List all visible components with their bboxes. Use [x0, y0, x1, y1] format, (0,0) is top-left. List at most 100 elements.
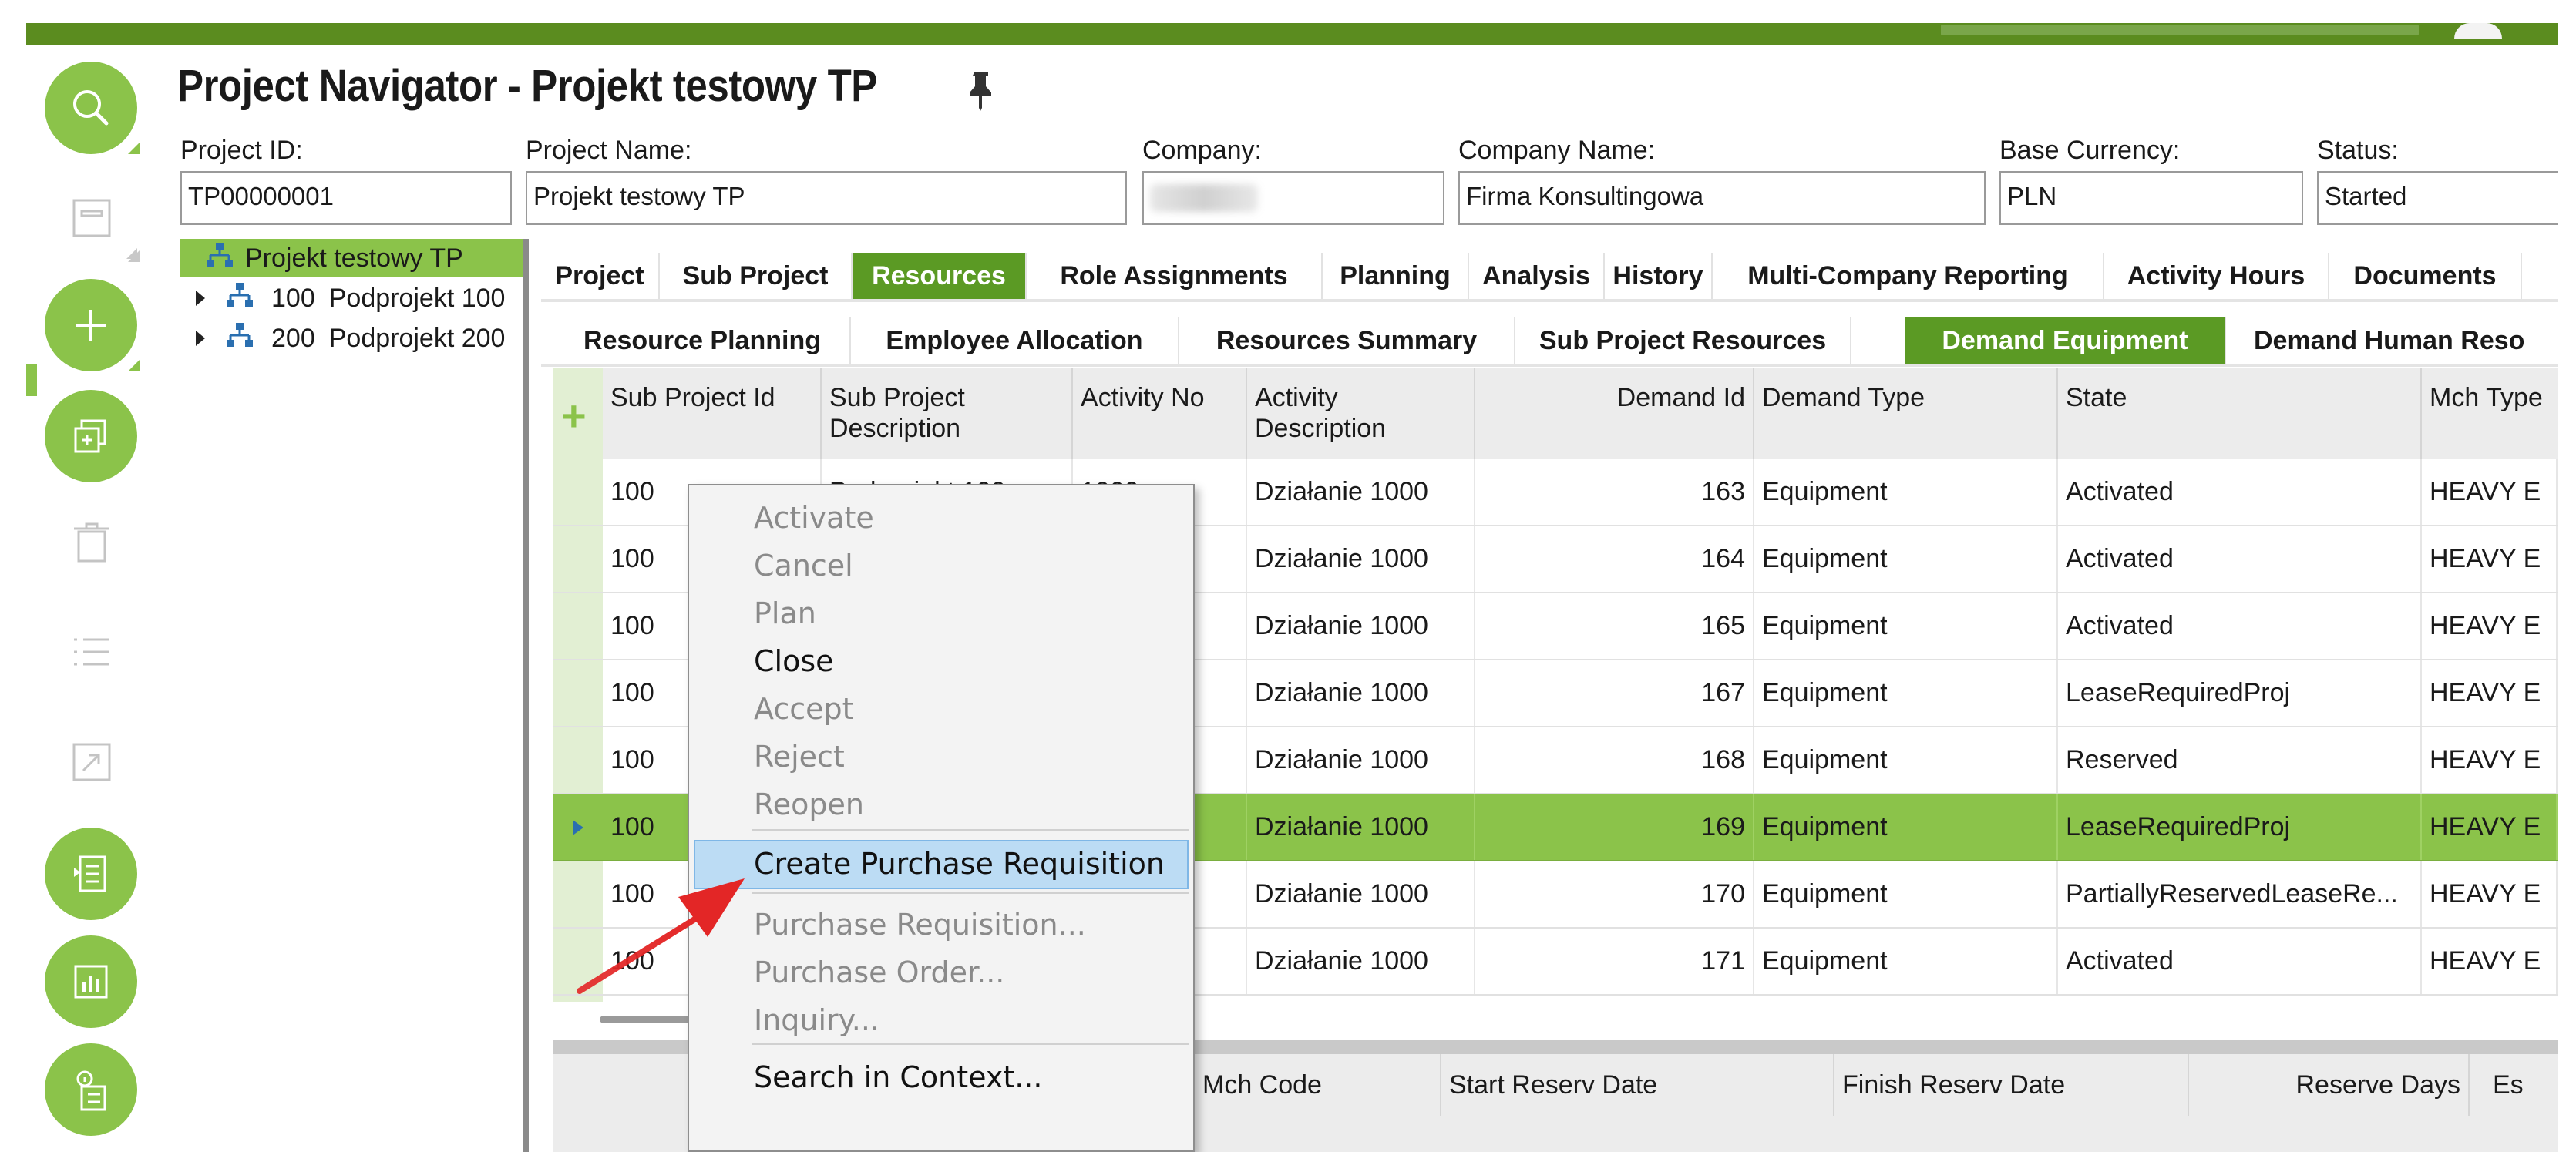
- column-header-mch-type[interactable]: Mch Type: [2422, 368, 2558, 459]
- tab-resources[interactable]: Resources: [853, 253, 1027, 299]
- cell-activity-desc[interactable]: Działanie 1000: [1247, 593, 1475, 659]
- column-header-sub-project-id[interactable]: Sub Project Id: [603, 368, 822, 459]
- tab-role-assignments[interactable]: Role Assignments: [1027, 253, 1323, 299]
- company-field[interactable]: [1142, 171, 1444, 225]
- cell-mch-type[interactable]: HEAVY E: [2422, 929, 2558, 994]
- cell-demand-type[interactable]: Equipment: [1754, 929, 2058, 994]
- cell-state[interactable]: Activated: [2058, 459, 2422, 525]
- cell-demand-id[interactable]: 168: [1475, 727, 1754, 793]
- cell-state[interactable]: Activated: [2058, 929, 2422, 994]
- row-selector[interactable]: [553, 861, 603, 927]
- expand-button[interactable]: [65, 735, 119, 789]
- info-button[interactable]: [45, 1043, 137, 1136]
- list-button[interactable]: [65, 626, 119, 680]
- cell-activity-desc[interactable]: Działanie 1000: [1247, 861, 1475, 927]
- cell-activity-desc[interactable]: Działanie 1000: [1247, 526, 1475, 592]
- column-header-start-reserv-date[interactable]: Start Reserv Date: [1441, 1054, 1834, 1116]
- cell-activity-desc[interactable]: Działanie 1000: [1247, 794, 1475, 860]
- column-header-demand-id[interactable]: Demand Id: [1475, 368, 1754, 459]
- tab-resource-planning[interactable]: Resource Planning: [555, 317, 851, 364]
- cell-mch-type[interactable]: HEAVY E: [2422, 794, 2558, 860]
- global-search-field[interactable]: [1941, 25, 2419, 35]
- column-header-activity-no[interactable]: Activity No: [1073, 368, 1247, 459]
- add-button[interactable]: [45, 279, 137, 371]
- cell-state[interactable]: Activated: [2058, 526, 2422, 592]
- column-header-activity-description[interactable]: Activity Description: [1247, 368, 1475, 459]
- status-field[interactable]: Started: [2317, 171, 2558, 225]
- user-menu[interactable]: [2454, 23, 2502, 39]
- column-header-demand-type[interactable]: Demand Type: [1754, 368, 2058, 459]
- column-header-finish-reserv-date[interactable]: Finish Reserv Date: [1834, 1054, 2189, 1116]
- tab-activity-hours[interactable]: Activity Hours: [2104, 253, 2329, 299]
- tab-sub-project[interactable]: Sub Project: [660, 253, 853, 299]
- tab-planning[interactable]: Planning: [1323, 253, 1469, 299]
- column-header-es[interactable]: Es: [2470, 1054, 2558, 1116]
- cell-demand-type[interactable]: Equipment: [1754, 794, 2058, 860]
- cell-state[interactable]: LeaseRequiredProj: [2058, 660, 2422, 726]
- add-row-icon[interactable]: +: [561, 395, 587, 438]
- base-currency-field[interactable]: PLN: [1999, 171, 2303, 225]
- menu-item-close[interactable]: Close: [689, 636, 1193, 686]
- project-name-field[interactable]: Projekt testowy TP: [526, 171, 1127, 225]
- tree-node-root[interactable]: Projekt testowy TP: [180, 239, 523, 277]
- duplicate-button[interactable]: [45, 390, 137, 482]
- cell-demand-id[interactable]: 171: [1475, 929, 1754, 994]
- row-selector[interactable]: [553, 794, 603, 860]
- column-header-sub-project-description[interactable]: Sub Project Description: [822, 368, 1073, 459]
- tab-multi-company-reporting[interactable]: Multi-Company Reporting: [1713, 253, 2104, 299]
- column-header-mch-code[interactable]: Mch Code: [1195, 1054, 1441, 1116]
- menu-item-search-in-context[interactable]: Search in Context...: [689, 1053, 1193, 1102]
- cell-demand-id[interactable]: 164: [1475, 526, 1754, 592]
- row-selector[interactable]: [553, 660, 603, 726]
- cell-state[interactable]: Activated: [2058, 593, 2422, 659]
- cell-mch-type[interactable]: HEAVY E: [2422, 459, 2558, 525]
- pin-icon[interactable]: [963, 69, 999, 111]
- tab-documents[interactable]: Documents: [2329, 253, 2522, 299]
- delete-button[interactable]: [65, 516, 119, 570]
- cell-activity-desc[interactable]: Działanie 1000: [1247, 660, 1475, 726]
- expand-caret-icon[interactable]: [196, 291, 205, 306]
- cell-demand-type[interactable]: Equipment: [1754, 861, 2058, 927]
- cell-mch-type[interactable]: HEAVY E: [2422, 526, 2558, 592]
- company-name-field[interactable]: Firma Konsultingowa: [1458, 171, 1986, 225]
- cell-state[interactable]: LeaseRequiredProj: [2058, 794, 2422, 860]
- cell-mch-type[interactable]: HEAVY E: [2422, 593, 2558, 659]
- cell-demand-type[interactable]: Equipment: [1754, 727, 2058, 793]
- column-header-reserve-days[interactable]: Reserve Days: [2189, 1054, 2470, 1116]
- search-button[interactable]: [45, 62, 137, 154]
- tree-node-200[interactable]: 200 Podprojekt 200: [196, 319, 523, 358]
- tree-splitter[interactable]: [523, 239, 529, 1152]
- expand-caret-icon[interactable]: [196, 331, 205, 346]
- row-selector[interactable]: [553, 526, 603, 592]
- row-selector[interactable]: [553, 727, 603, 793]
- tab-sub-project-resources[interactable]: Sub Project Resources: [1515, 317, 1851, 364]
- cell-demand-id[interactable]: 165: [1475, 593, 1754, 659]
- chart-button[interactable]: [45, 935, 137, 1028]
- cell-activity-desc[interactable]: Działanie 1000: [1247, 459, 1475, 525]
- tab-demand-human-resources[interactable]: Demand Human Reso: [2226, 317, 2558, 364]
- cell-demand-id[interactable]: 170: [1475, 861, 1754, 927]
- cell-demand-type[interactable]: Equipment: [1754, 593, 2058, 659]
- cell-activity-desc[interactable]: Działanie 1000: [1247, 929, 1475, 994]
- menu-item-create-purchase-requisition[interactable]: Create Purchase Requisition: [694, 840, 1189, 889]
- cell-mch-type[interactable]: HEAVY E: [2422, 727, 2558, 793]
- tab-employee-allocation[interactable]: Employee Allocation: [851, 317, 1179, 364]
- cell-mch-type[interactable]: HEAVY E: [2422, 861, 2558, 927]
- cell-demand-type[interactable]: Equipment: [1754, 660, 2058, 726]
- tab-resources-summary[interactable]: Resources Summary: [1179, 317, 1515, 364]
- row-selector[interactable]: [553, 929, 603, 994]
- tab-project[interactable]: Project: [541, 253, 660, 299]
- tab-history[interactable]: History: [1605, 253, 1713, 299]
- row-selector[interactable]: [553, 593, 603, 659]
- scrollbar-thumb[interactable]: [600, 1016, 692, 1023]
- cell-demand-id[interactable]: 169: [1475, 794, 1754, 860]
- column-header-state[interactable]: State: [2058, 368, 2422, 459]
- tab-analysis[interactable]: Analysis: [1469, 253, 1605, 299]
- project-id-field[interactable]: TP00000001: [180, 171, 512, 225]
- cell-demand-type[interactable]: Equipment: [1754, 459, 2058, 525]
- cell-state[interactable]: PartiallyReservedLeaseRe...: [2058, 861, 2422, 927]
- report-button[interactable]: [45, 828, 137, 920]
- row-selector[interactable]: [553, 459, 603, 525]
- cell-state[interactable]: Reserved: [2058, 727, 2422, 793]
- tree-node-100[interactable]: 100 Podprojekt 100: [196, 279, 523, 317]
